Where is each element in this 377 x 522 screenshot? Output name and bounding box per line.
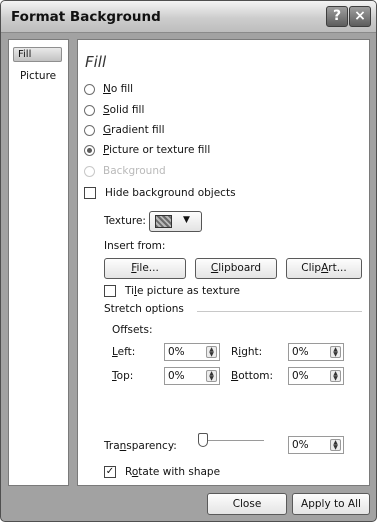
bottom-offset-label: Bottom: [231,370,274,382]
category-list: Fill Picture [8,39,69,486]
rotate-with-shape-option[interactable]: ✓ Rotate with shape [104,464,220,480]
texture-dropdown[interactable]: ▼ [149,211,202,232]
help-button[interactable]: ? [326,6,348,27]
solid-fill-label: Solid fill [103,104,145,116]
no-fill-option[interactable]: No fill [84,81,133,97]
gradient-fill-radio[interactable] [84,124,95,136]
background-radio [84,165,95,177]
file-button[interactable]: File... [104,258,186,279]
gradient-fill-label: Gradient fill [103,124,165,136]
gradient-fill-option[interactable]: Gradient fill [84,122,165,138]
background-label: Background [103,165,166,177]
format-background-dialog: Format Background ? × Fill Picture Fill … [0,0,377,522]
hide-background-option[interactable]: Hide background objects [84,185,236,201]
fill-pane: Fill No fill Solid fill Gradient fill Pi… [77,39,370,486]
left-offset-spinner[interactable]: 0% ▲ ▼ [164,343,220,361]
right-offset-value: 0% [292,346,309,358]
section-heading: Fill [85,53,107,71]
clipart-button[interactable]: ClipArt... [286,258,362,279]
spin-arrows-icon[interactable]: ▲ ▼ [206,346,217,358]
background-option: Background [84,163,166,179]
top-offset-label: Top: [112,370,134,382]
rotate-with-shape-label: Rotate with shape [125,466,221,478]
stretch-options-divider [197,311,362,312]
right-offset-spinner[interactable]: 0% ▲ ▼ [288,343,344,361]
tile-picture-checkbox[interactable] [104,285,116,297]
texture-swatch-icon [155,215,172,228]
offsets-label: Offsets: [112,324,153,336]
transparency-label: Transparency: [104,440,177,452]
picture-texture-fill-label: Picture or texture fill [103,144,211,156]
clipboard-button[interactable]: Clipboard [195,258,277,279]
tile-picture-option[interactable]: Tile picture as texture [104,283,240,299]
nav-item-picture[interactable]: Picture [20,70,56,82]
no-fill-radio[interactable] [84,83,95,95]
no-fill-label: No fill [103,83,134,95]
dropdown-arrow-icon: ▼ [183,215,190,225]
hide-background-checkbox[interactable] [84,187,96,199]
rotate-with-shape-checkbox[interactable]: ✓ [104,466,116,478]
close-window-button[interactable]: × [349,6,371,27]
stretch-options-label: Stretch options [104,303,184,315]
spin-arrows-icon[interactable]: ▲ ▼ [330,346,341,358]
dialog-title: Format Background [11,9,161,25]
spin-arrows-icon[interactable]: ▲ ▼ [206,370,217,382]
left-offset-label: Left: [112,346,136,358]
right-offset-label: Right: [231,346,263,358]
bottom-offset-spinner[interactable]: 0% ▲ ▼ [288,367,344,385]
tile-picture-label: Tile picture as texture [125,285,240,297]
title-bar[interactable]: Format Background ? × [1,1,376,33]
spin-arrows-icon[interactable]: ▲ ▼ [330,439,341,451]
transparency-value: 0% [292,439,309,451]
close-button[interactable]: Close [207,493,287,515]
insert-from-label: Insert from: [104,240,166,252]
top-offset-value: 0% [168,370,185,382]
transparency-slider-thumb[interactable] [198,433,208,447]
picture-texture-fill-radio[interactable] [84,144,95,156]
apply-to-all-button[interactable]: Apply to All [292,493,370,515]
hide-background-label: Hide background objects [105,187,236,199]
solid-fill-option[interactable]: Solid fill [84,102,144,118]
bottom-offset-value: 0% [292,370,309,382]
top-offset-spinner[interactable]: 0% ▲ ▼ [164,367,220,385]
nav-item-fill[interactable]: Fill [13,47,62,62]
texture-label: Texture: [104,215,146,227]
solid-fill-radio[interactable] [84,104,95,116]
picture-texture-fill-option[interactable]: Picture or texture fill [84,142,210,158]
left-offset-value: 0% [168,346,185,358]
spin-arrows-icon[interactable]: ▲ ▼ [330,370,341,382]
transparency-spinner[interactable]: 0% ▲ ▼ [288,436,344,454]
